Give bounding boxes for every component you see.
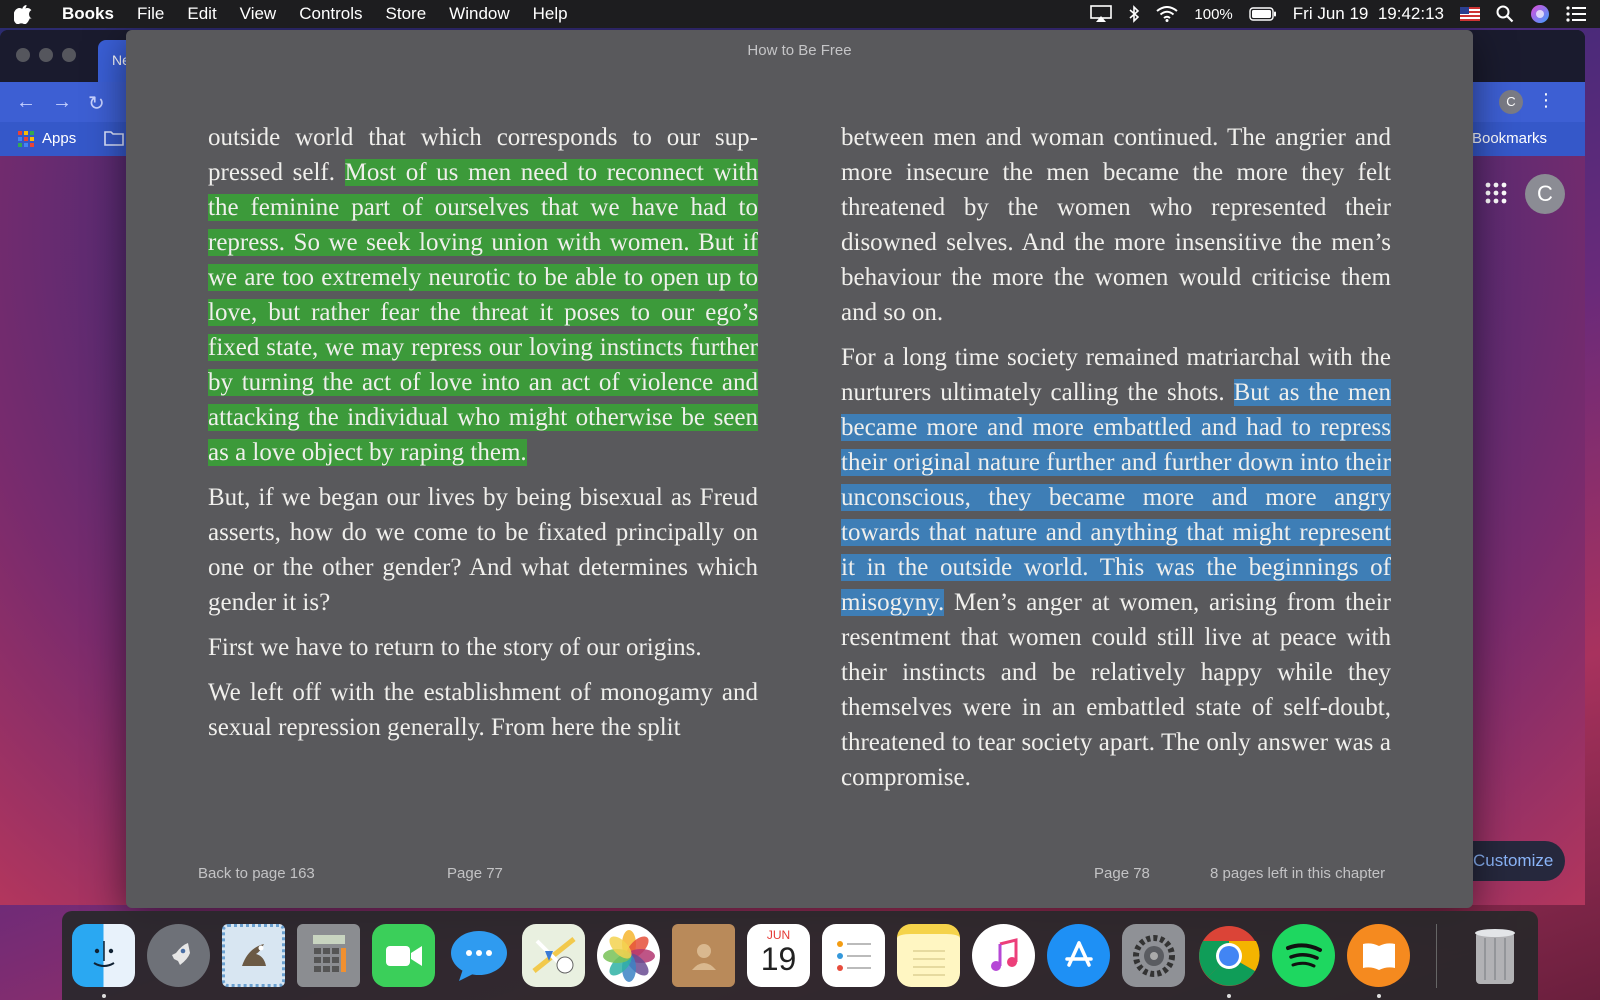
battery-percent[interactable]: 100%: [1194, 6, 1232, 23]
google-apps-icon[interactable]: [1485, 182, 1507, 209]
launchpad-icon[interactable]: [147, 924, 210, 987]
calendar-day: 19: [760, 941, 797, 977]
dock-separator: [1436, 923, 1437, 988]
blue-highlight[interactable]: But as the men became more and more emba…: [841, 379, 1391, 616]
menu-edit[interactable]: Edit: [187, 4, 216, 24]
contacts-icon[interactable]: [672, 924, 735, 987]
mail-icon[interactable]: [222, 924, 285, 987]
notes-icon[interactable]: [897, 924, 960, 987]
reload-icon[interactable]: ↻: [88, 91, 105, 116]
zoom-window-button[interactable]: [62, 48, 76, 62]
left-page: outside world that which corresponds to …: [208, 120, 758, 755]
spotify-icon[interactable]: [1272, 924, 1335, 987]
spotlight-search-icon[interactable]: [1496, 5, 1514, 23]
chrome-icon[interactable]: [1197, 924, 1260, 998]
reminders-icon[interactable]: [822, 924, 885, 987]
itunes-icon[interactable]: [972, 924, 1035, 987]
profile-avatar-small[interactable]: C: [1499, 90, 1523, 114]
customize-label: Customize: [1473, 851, 1554, 870]
right-page-paragraph: For a long time society remained matriar…: [841, 340, 1391, 795]
menu-help[interactable]: Help: [533, 4, 568, 24]
notification-center-icon[interactable]: [1566, 6, 1586, 22]
wifi-icon[interactable]: [1156, 6, 1179, 22]
finder-icon[interactable]: [72, 924, 135, 998]
green-highlight[interactable]: Most of us men need to reconnect with th…: [208, 159, 758, 466]
dock: JUN 19: [62, 911, 1538, 1000]
bookmark-apps[interactable]: Apps: [18, 130, 76, 147]
right-page-paragraph: between men and woman continued. The ang…: [841, 124, 1391, 326]
system-preferences-icon[interactable]: [1122, 924, 1185, 987]
bluetooth-icon[interactable]: [1128, 5, 1140, 23]
us-flag-icon[interactable]: [1460, 7, 1480, 21]
forward-arrow-icon[interactable]: →: [52, 91, 72, 116]
clock[interactable]: Fri Jun 19 19:42:13: [1293, 4, 1444, 24]
trash-icon[interactable]: [1463, 924, 1526, 987]
right-page: between men and woman continued. The ang…: [841, 120, 1391, 805]
back-arrow-icon[interactable]: ←: [16, 91, 36, 116]
menu-controls[interactable]: Controls: [299, 4, 362, 24]
left-page-paragraph: But, if we began our lives by being bise…: [208, 484, 758, 616]
menu-store[interactable]: Store: [386, 4, 427, 24]
pages-left-in-chapter: 8 pages left in this chapter: [1210, 865, 1386, 882]
back-to-page-link[interactable]: Back to page 163: [198, 865, 315, 882]
right-page-number: Page 78: [1094, 865, 1150, 882]
menu-window[interactable]: Window: [449, 4, 509, 24]
bookmark-apps-label: Apps: [42, 130, 77, 147]
left-page-paragraph: outside world that which corresponds to …: [208, 120, 758, 470]
minimize-window-button[interactable]: [39, 48, 53, 62]
app-store-icon[interactable]: [1047, 924, 1110, 987]
folder-icon[interactable]: [104, 130, 124, 150]
close-window-button[interactable]: [16, 48, 30, 62]
messages-icon[interactable]: [447, 924, 510, 987]
maps-icon[interactable]: [522, 924, 585, 987]
facetime-icon[interactable]: [372, 924, 435, 987]
siri-icon[interactable]: [1530, 4, 1550, 24]
books-icon[interactable]: [1347, 924, 1410, 998]
calendar-month: JUN: [766, 928, 791, 942]
airplay-icon[interactable]: [1090, 5, 1113, 23]
battery-icon[interactable]: [1249, 7, 1277, 21]
window-controls: [16, 48, 76, 62]
menu-view[interactable]: View: [240, 4, 277, 24]
menu-app-name[interactable]: Books: [62, 4, 114, 24]
more-menu-icon[interactable]: ⋮: [1537, 90, 1555, 111]
calendar-icon[interactable]: JUN 19: [747, 924, 810, 987]
apple-icon[interactable]: [14, 4, 36, 24]
right-text-after: Men’s anger at women, arising from their…: [841, 589, 1391, 791]
left-page-number: Page 77: [447, 865, 503, 882]
left-page-paragraph: We left off with the establishment of mo…: [208, 679, 758, 741]
book-title: How to Be Free: [747, 42, 852, 59]
menu-bar: Books File Edit View Controls Store Wind…: [0, 0, 1600, 28]
books-reader-window: How to Be Free outside world that which …: [126, 30, 1473, 908]
photos-icon[interactable]: [597, 924, 660, 987]
left-page-paragraph: First we have to return to the story of …: [208, 634, 702, 661]
calculator-icon[interactable]: [297, 924, 360, 987]
menu-file[interactable]: File: [137, 4, 164, 24]
profile-avatar-large[interactable]: C: [1525, 174, 1565, 214]
apps-grid-icon: [18, 130, 34, 147]
